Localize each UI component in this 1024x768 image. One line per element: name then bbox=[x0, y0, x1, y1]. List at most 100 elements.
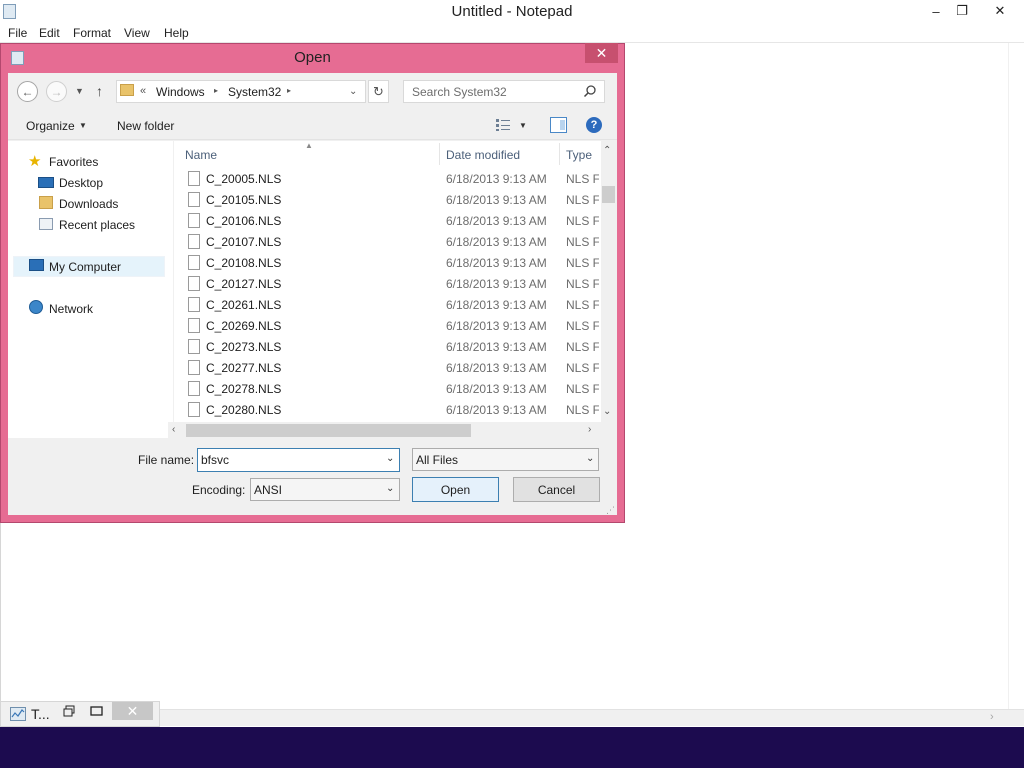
column-header-name[interactable]: Name bbox=[185, 148, 217, 162]
file-name: C_20269.NLS bbox=[206, 319, 282, 333]
scroll-left-icon[interactable]: ‹ bbox=[172, 424, 175, 435]
file-icon bbox=[188, 171, 200, 186]
folder-icon bbox=[120, 84, 134, 96]
file-row[interactable]: C_20127.NLS 6/18/2013 9:13 AM NLS Fi bbox=[182, 274, 601, 295]
resize-grip-icon[interactable]: ⋰ bbox=[606, 505, 615, 516]
file-row[interactable]: C_20005.NLS 6/18/2013 9:13 AM NLS Fi bbox=[182, 169, 601, 190]
breadcrumb-system32[interactable]: System32 bbox=[228, 85, 281, 99]
file-row[interactable]: C_20277.NLS 6/18/2013 9:13 AM NLS Fi bbox=[182, 358, 601, 379]
nav-my-computer[interactable]: My Computer bbox=[49, 260, 121, 274]
file-date: 6/18/2013 9:13 AM bbox=[446, 298, 547, 312]
nav-favorites[interactable]: Favorites bbox=[49, 155, 98, 169]
scroll-right-icon[interactable]: › bbox=[588, 424, 591, 435]
recent-locations-dropdown[interactable]: ▼ bbox=[75, 86, 84, 96]
cancel-button[interactable]: Cancel bbox=[513, 477, 600, 502]
file-date: 6/18/2013 9:13 AM bbox=[446, 256, 547, 270]
address-overflow-chevron[interactable]: « bbox=[140, 85, 146, 97]
breadcrumb-separator[interactable]: ▸ bbox=[214, 86, 218, 95]
breadcrumb-separator[interactable]: ▸ bbox=[287, 86, 291, 95]
file-icon bbox=[188, 318, 200, 333]
help-icon[interactable]: ? bbox=[586, 117, 602, 133]
file-icon bbox=[188, 402, 200, 417]
file-row[interactable]: C_20261.NLS 6/18/2013 9:13 AM NLS Fi bbox=[182, 295, 601, 316]
nav-downloads[interactable]: Downloads bbox=[59, 197, 118, 211]
restore-icon[interactable] bbox=[60, 703, 78, 719]
search-placeholder: Search System32 bbox=[412, 85, 507, 99]
file-icon bbox=[188, 297, 200, 312]
menu-file[interactable]: File bbox=[8, 26, 27, 40]
file-type: NLS Fi bbox=[566, 298, 599, 312]
dialog-title: Open bbox=[294, 49, 331, 66]
menu-format[interactable]: Format bbox=[73, 26, 111, 40]
back-button[interactable]: ← bbox=[17, 81, 38, 102]
menu-view[interactable]: View bbox=[124, 26, 150, 40]
menu-help[interactable]: Help bbox=[164, 26, 189, 40]
file-name: C_20127.NLS bbox=[206, 277, 282, 291]
maximize-icon[interactable] bbox=[88, 703, 106, 719]
minimized-window-icon bbox=[10, 707, 26, 721]
file-row[interactable]: C_20105.NLS 6/18/2013 9:13 AM NLS Fi bbox=[182, 190, 601, 211]
nav-desktop[interactable]: Desktop bbox=[59, 176, 103, 190]
column-divider[interactable] bbox=[439, 143, 440, 165]
search-icon[interactable] bbox=[583, 84, 597, 98]
file-name-value[interactable]: bfsvc bbox=[201, 453, 229, 467]
file-row[interactable]: C_20108.NLS 6/18/2013 9:13 AM NLS Fi bbox=[182, 253, 601, 274]
file-list-vertical-scrollbar[interactable] bbox=[601, 141, 617, 423]
scroll-right-icon[interactable]: › bbox=[990, 711, 1004, 724]
file-row[interactable]: C_20273.NLS 6/18/2013 9:13 AM NLS Fi bbox=[182, 337, 601, 358]
network-icon bbox=[29, 300, 43, 314]
file-name: C_20105.NLS bbox=[206, 193, 282, 207]
encoding-value[interactable]: ANSI bbox=[254, 483, 282, 497]
notepad-close-button[interactable]: ✕ bbox=[985, 0, 1015, 22]
notepad-vertical-scrollbar[interactable] bbox=[1008, 43, 1024, 710]
file-icon bbox=[188, 213, 200, 228]
notepad-restore-button[interactable]: ❐ bbox=[947, 0, 977, 22]
view-options-icon[interactable] bbox=[495, 118, 511, 132]
column-header-type[interactable]: Type bbox=[566, 148, 592, 162]
file-row[interactable]: C_20280.NLS 6/18/2013 9:13 AM NLS Fi bbox=[182, 400, 601, 421]
refresh-button[interactable]: ↻ bbox=[368, 80, 389, 103]
file-row[interactable]: C_20278.NLS 6/18/2013 9:13 AM NLS Fi bbox=[182, 379, 601, 400]
file-row[interactable]: C_20106.NLS 6/18/2013 9:13 AM NLS Fi bbox=[182, 211, 601, 232]
nav-recent-places[interactable]: Recent places bbox=[59, 218, 135, 232]
file-type: NLS Fi bbox=[566, 319, 599, 333]
star-icon: ★ bbox=[28, 153, 42, 170]
scroll-down-icon[interactable]: ⌄ bbox=[603, 406, 611, 417]
file-name-label: File name: bbox=[138, 453, 195, 467]
file-type-value[interactable]: All Files bbox=[416, 453, 458, 467]
column-divider[interactable] bbox=[559, 143, 560, 165]
menu-edit[interactable]: Edit bbox=[39, 26, 60, 40]
breadcrumb-windows[interactable]: Windows bbox=[156, 85, 205, 99]
file-icon bbox=[188, 360, 200, 375]
file-date: 6/18/2013 9:13 AM bbox=[446, 403, 547, 417]
minimized-close-button[interactable]: ✕ bbox=[112, 702, 153, 720]
file-date: 6/18/2013 9:13 AM bbox=[446, 319, 547, 333]
sort-ascending-icon: ▲ bbox=[305, 141, 313, 150]
scroll-up-icon[interactable]: ⌃ bbox=[603, 145, 611, 156]
open-button[interactable]: Open bbox=[412, 477, 499, 502]
dialog-close-button[interactable]: ✕ bbox=[585, 43, 618, 63]
horizontal-scroll-thumb[interactable] bbox=[186, 424, 471, 437]
vertical-scroll-thumb[interactable] bbox=[602, 186, 615, 203]
file-date: 6/18/2013 9:13 AM bbox=[446, 277, 547, 291]
view-dropdown-icon[interactable]: ▼ bbox=[519, 121, 527, 130]
new-folder-button[interactable]: New folder bbox=[117, 119, 174, 133]
file-type: NLS Fi bbox=[566, 214, 599, 228]
file-name: C_20107.NLS bbox=[206, 235, 282, 249]
preview-pane-icon[interactable] bbox=[550, 117, 567, 133]
chevron-down-icon[interactable]: ⌄ bbox=[386, 483, 394, 494]
address-dropdown-icon[interactable]: ⌄ bbox=[349, 86, 357, 97]
up-arrow-icon[interactable]: ↑ bbox=[96, 83, 103, 99]
organize-dropdown-icon[interactable]: ▼ bbox=[79, 121, 87, 130]
organize-button[interactable]: Organize bbox=[26, 119, 75, 133]
file-date: 6/18/2013 9:13 AM bbox=[446, 214, 547, 228]
forward-button[interactable]: → bbox=[46, 81, 67, 102]
file-row[interactable]: C_20269.NLS 6/18/2013 9:13 AM NLS Fi bbox=[182, 316, 601, 337]
chevron-down-icon[interactable]: ⌄ bbox=[386, 453, 394, 464]
file-type: NLS Fi bbox=[566, 277, 599, 291]
file-row[interactable]: C_20107.NLS 6/18/2013 9:13 AM NLS Fi bbox=[182, 232, 601, 253]
chevron-down-icon[interactable]: ⌄ bbox=[586, 453, 594, 464]
file-type: NLS Fi bbox=[566, 340, 599, 354]
column-header-date-modified[interactable]: Date modified bbox=[446, 148, 520, 162]
nav-network[interactable]: Network bbox=[49, 302, 93, 316]
